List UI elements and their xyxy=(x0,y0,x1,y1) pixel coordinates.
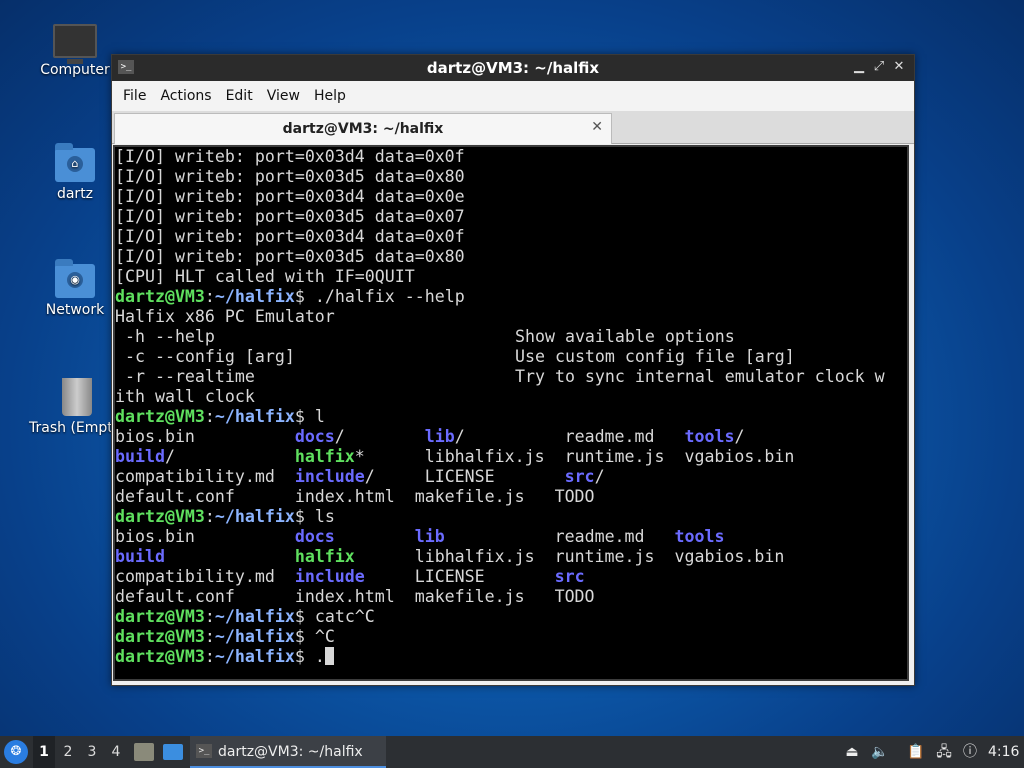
output-line: [I/O] writeb: port=0x03d5 data=0x80 xyxy=(115,167,465,186)
ls-row: default.conf index.html makefile.js TODO xyxy=(115,487,595,506)
output-line: ith wall clock xyxy=(115,387,255,406)
menu-view[interactable]: View xyxy=(260,88,307,104)
terminal-icon: >_ xyxy=(196,744,212,758)
help-option: -c --config [arg] Use custom config file … xyxy=(115,347,795,366)
clock[interactable]: 4:16 xyxy=(988,736,1019,768)
computer-icon xyxy=(53,24,97,64)
notification-icon[interactable]: ⓘ xyxy=(960,736,980,768)
network-folder-icon: ◉ xyxy=(55,259,95,298)
network-icon[interactable]: 🖧 xyxy=(934,736,954,768)
tab-bar: dartz@VM3: ~/halfix ✕ xyxy=(112,111,914,144)
menu-edit[interactable]: Edit xyxy=(219,88,260,104)
output-line: [I/O] writeb: port=0x03d5 data=0x07 xyxy=(115,207,465,226)
ls-row: build/ halfix* libhalfix.js runtime.js v… xyxy=(115,447,795,466)
trash-icon xyxy=(62,378,92,416)
eject-icon[interactable]: ⏏ xyxy=(842,736,862,768)
tab-close-icon[interactable]: ✕ xyxy=(591,119,603,135)
taskbar-task-terminal[interactable]: >_ dartz@VM3: ~/halfix xyxy=(190,736,386,768)
terminal-output[interactable]: [I/O] writeb: port=0x03d4 data=0x0f [I/O… xyxy=(113,145,909,681)
show-desktop-icon[interactable] xyxy=(163,744,183,760)
prompt-line: dartz@VM3:~/halfix$ ^C xyxy=(115,627,335,646)
window-title: dartz@VM3: ~/halfix xyxy=(426,59,600,77)
ls-row: default.conf index.html makefile.js TODO xyxy=(115,587,595,606)
prompt-line: dartz@VM3:~/halfix$ ./halfix --help xyxy=(115,287,465,306)
clipboard-icon[interactable]: 📋 xyxy=(906,736,926,768)
ls-row: build halfix libhalfix.js runtime.js vga… xyxy=(115,547,785,566)
ls-row: bios.bin docs lib readme.md tools xyxy=(115,527,725,546)
desktop-icon-network[interactable]: ◉ Network xyxy=(27,259,123,318)
workspace-1[interactable]: 1 xyxy=(33,736,55,768)
output-line: [I/O] writeb: port=0x03d4 data=0x0e xyxy=(115,187,465,206)
output-line: [I/O] writeb: port=0x03d4 data=0x0f xyxy=(115,147,465,166)
text-cursor xyxy=(324,647,334,665)
file-manager-launcher-icon[interactable] xyxy=(134,743,154,761)
close-button[interactable]: ✕ xyxy=(890,58,908,76)
desktop-icon-home[interactable]: ⌂ dartz xyxy=(27,143,123,202)
workspace-4[interactable]: 4 xyxy=(105,736,127,768)
workspace-2[interactable]: 2 xyxy=(57,736,79,768)
ls-row: compatibility.md include LICENSE src xyxy=(115,567,585,586)
prompt-line: dartz@VM3:~/halfix$ l xyxy=(115,407,325,426)
prompt-line: dartz@VM3:~/halfix$ catc^C xyxy=(115,607,375,626)
maximize-button[interactable]: ⤢ xyxy=(870,58,888,76)
prompt-line: dartz@VM3:~/halfix$ ls xyxy=(115,507,335,526)
help-option: -h --help Show available options xyxy=(115,327,735,346)
window-titlebar[interactable]: >_ dartz@VM3: ~/halfix ▁ ⤢ ✕ xyxy=(112,55,914,81)
task-label: dartz@VM3: ~/halfix xyxy=(218,744,363,760)
start-menu-button[interactable]: ❂ xyxy=(4,740,28,764)
volume-icon[interactable]: 🔈 xyxy=(870,736,890,768)
workspace-3[interactable]: 3 xyxy=(81,736,103,768)
menu-actions[interactable]: Actions xyxy=(153,88,218,104)
output-line: [I/O] writeb: port=0x03d4 data=0x0f xyxy=(115,227,465,246)
desktop-icon-label: Computer xyxy=(40,62,110,78)
ls-row: compatibility.md include/ LICENSE src/ xyxy=(115,467,605,486)
menu-file[interactable]: File xyxy=(116,88,153,104)
ls-row: bios.bin docs/ lib/ readme.md tools/ xyxy=(115,427,745,446)
desktop-icon-label: Network xyxy=(45,302,105,318)
desktop-icon-label: dartz xyxy=(56,186,94,202)
output-line: [CPU] HLT called with IF=0QUIT xyxy=(115,267,415,286)
prompt-line-current[interactable]: dartz@VM3:~/halfix$ . xyxy=(115,647,907,667)
desktop-icon-computer[interactable]: Computer xyxy=(27,24,123,78)
taskbar: ❂ 1 2 3 4 >_ dartz@VM3: ~/halfix ⏏ 🔈 📋 🖧… xyxy=(0,736,1024,768)
output-line: Halfix x86 PC Emulator xyxy=(115,307,335,326)
minimize-button[interactable]: ▁ xyxy=(850,58,868,76)
menubar: File Actions Edit View Help xyxy=(112,81,914,111)
output-line: [I/O] writeb: port=0x03d5 data=0x80 xyxy=(115,247,465,266)
help-option: -r --realtime Try to sync internal emulat… xyxy=(115,367,885,386)
menu-help[interactable]: Help xyxy=(307,88,353,104)
tab-label: dartz@VM3: ~/halfix xyxy=(282,121,444,137)
terminal-window: >_ dartz@VM3: ~/halfix ▁ ⤢ ✕ File Action… xyxy=(111,54,915,686)
home-folder-icon: ⌂ xyxy=(55,143,95,182)
tab-terminal[interactable]: dartz@VM3: ~/halfix ✕ xyxy=(114,113,612,144)
